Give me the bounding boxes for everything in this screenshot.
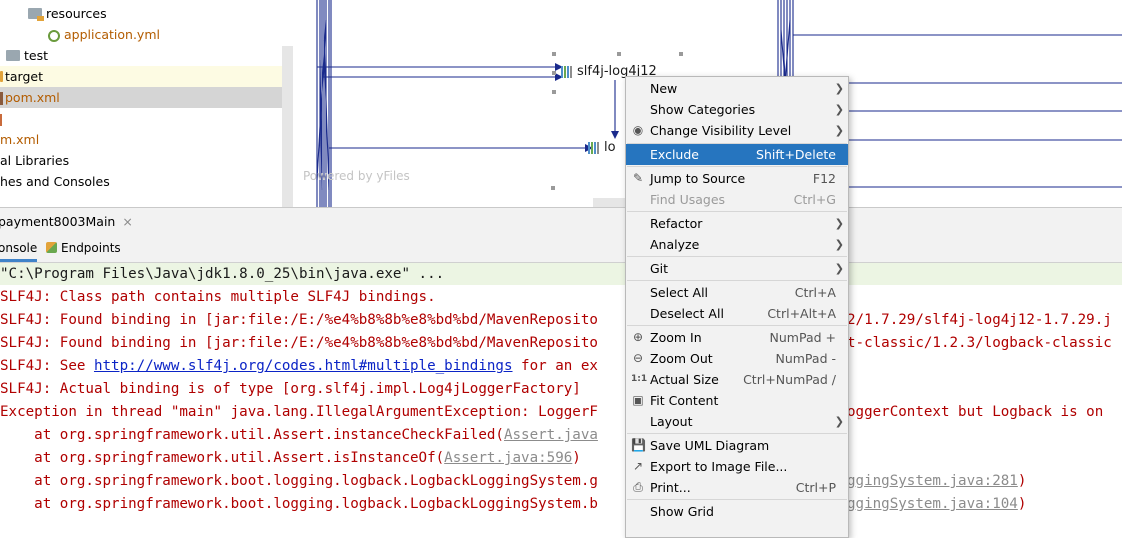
console-line: SLF4J: See http://www.slf4j.org/codes.ht…	[0, 358, 598, 374]
menu-item-fit-content[interactable]: ▣ Fit Content	[626, 390, 848, 411]
menu-item-refactor[interactable]: Refactor ❯	[626, 213, 848, 234]
menu-item-jump-to-source[interactable]: ✎ Jump to Source F12	[626, 168, 848, 189]
project-tree: resources application.yml test target po…	[0, 0, 293, 208]
tree-item-application-yml[interactable]: application.yml	[48, 24, 160, 45]
menu-item-find-usages[interactable]: Find Usages Ctrl+G	[626, 189, 848, 210]
chevron-right-icon: ❯	[834, 415, 844, 428]
tab-console[interactable]: onsole	[0, 241, 38, 262]
menu-separator	[627, 211, 847, 212]
menu-item-select-all[interactable]: Select All Ctrl+A	[626, 282, 848, 303]
console-stack-line: at org.springframework.boot.logging.logb…	[0, 473, 598, 489]
close-icon[interactable]: ×	[122, 214, 132, 229]
menu-separator	[627, 280, 847, 281]
menu-separator	[627, 499, 847, 500]
tree-scrollbar-track[interactable]	[282, 46, 293, 208]
chevron-right-icon: ❯	[834, 238, 844, 251]
console-line: Exception in thread "main" java.lang.Ill…	[0, 404, 598, 420]
actual-size-icon: 1:1	[631, 374, 648, 384]
slf4j-multiple-bindings-link[interactable]: http://www.slf4j.org/codes.html#multiple…	[94, 358, 513, 374]
folder-icon	[0, 71, 3, 82]
console-line: SLF4J: Found binding in [jar:file:/E:/%e…	[0, 312, 598, 328]
console-stack-line: at org.springframework.boot.logging.logb…	[0, 496, 598, 512]
console-line: SLF4J: Found binding in [jar:file:/E:/%e…	[0, 335, 598, 351]
stack-source-link[interactable]: Assert.java:596	[444, 450, 572, 466]
menu-item-show-grid[interactable]: Show Grid	[626, 501, 848, 522]
menu-item-print[interactable]: ⎙ Print... Ctrl+P	[626, 477, 848, 498]
library-icon	[588, 140, 600, 155]
menu-item-change-visibility-level[interactable]: ◉ Change Visibility Level ❯	[626, 120, 848, 141]
tree-item-pom-xml[interactable]: pom.xml	[0, 87, 293, 108]
menu-item-zoom-out[interactable]: ⊖ Zoom Out NumPad -	[626, 348, 848, 369]
console-line-tail: oggerContext but Logback is on	[847, 404, 1104, 420]
menu-item-export-to-image-file[interactable]: ↗ Export to Image File...	[626, 456, 848, 477]
pencil-icon: ✎	[632, 171, 644, 185]
console-line-tail: ggingSystem.java:104)	[847, 496, 1027, 512]
menu-separator	[627, 256, 847, 257]
yaml-file-icon	[48, 29, 60, 42]
console-line: SLF4J: Actual binding is of type [org.sl…	[0, 381, 581, 397]
tree-item-test[interactable]: test	[6, 45, 48, 66]
library-icon	[561, 64, 573, 79]
console-stack-line: at org.springframework.util.Assert.insta…	[0, 427, 598, 443]
chevron-right-icon: ❯	[834, 103, 844, 116]
folder-icon	[6, 50, 20, 61]
menu-item-analyze[interactable]: Analyze ❯	[626, 234, 848, 255]
tab-endpoints[interactable]: Endpoints	[46, 241, 121, 255]
tree-item-target[interactable]: target	[0, 66, 293, 87]
stack-source-link[interactable]: ggingSystem.java:104	[847, 496, 1018, 512]
menu-item-git[interactable]: Git ❯	[626, 258, 848, 279]
yfiles-watermark: Powered by yFiles	[303, 169, 410, 183]
eye-icon: ◉	[632, 123, 644, 137]
menu-item-save-uml-diagram[interactable]: 💾 Save UML Diagram	[626, 435, 848, 456]
menu-separator	[627, 166, 847, 167]
diagram-context-menu: New ❯ Show Categories ❯ ◉ Change Visibility…	[625, 76, 849, 538]
run-configuration-tab[interactable]: payment8003Main ×	[0, 214, 133, 229]
console-output[interactable]: "C:\Program Files\Java\jdk1.8.0_25\bin\j…	[0, 263, 1122, 525]
menu-item-layout[interactable]: Layout ❯	[626, 411, 848, 432]
stack-source-link[interactable]: ggingSystem.java:281	[847, 473, 1018, 489]
console-line: SLF4J: Class path contains multiple SLF4…	[0, 289, 436, 305]
chevron-right-icon: ❯	[834, 124, 844, 137]
tree-item-external-libraries[interactable]: al Libraries	[0, 150, 69, 171]
maven-file-icon	[0, 92, 3, 105]
menu-separator	[627, 433, 847, 434]
export-icon: ↗	[632, 459, 644, 473]
console-line-tail: 2/1.7.29/slf4j-log4j12-1.7.29.j	[847, 312, 1112, 328]
zoom-out-icon: ⊖	[632, 351, 644, 365]
tree-guide-icon	[0, 113, 2, 126]
save-icon: 💾	[631, 438, 646, 452]
zoom-in-icon: ⊕	[632, 330, 644, 344]
print-icon: ⎙	[633, 480, 643, 494]
menu-item-zoom-in[interactable]: ⊕ Zoom In NumPad +	[626, 327, 848, 348]
fit-content-icon: ▣	[632, 393, 644, 407]
diagram-node-logback[interactable]: lo	[588, 140, 616, 155]
endpoints-icon	[46, 242, 57, 253]
menu-item-exclude[interactable]: Exclude Shift+Delete	[626, 144, 848, 165]
menu-item-deselect-all[interactable]: Deselect All Ctrl+Alt+A	[626, 303, 848, 324]
menu-item-new[interactable]: New ❯	[626, 78, 848, 99]
chevron-right-icon: ❯	[834, 82, 844, 95]
menu-item-actual-size[interactable]: 1:1 Actual Size Ctrl+NumPad /	[626, 369, 848, 390]
tree-item-scratches[interactable]: hes and Consoles	[0, 171, 110, 192]
run-tool-window-header: payment8003Main ×	[0, 208, 1122, 237]
stack-source-link[interactable]: Assert.java	[504, 427, 598, 443]
console-line-tail: ggingSystem.java:281)	[847, 473, 1027, 489]
tree-item-root-pom[interactable]: m.xml	[0, 129, 39, 150]
chevron-right-icon: ❯	[834, 217, 844, 230]
console-line-tail: t-classic/1.2.3/logback-classic	[847, 335, 1112, 351]
menu-item-show-categories[interactable]: Show Categories ❯	[626, 99, 848, 120]
tree-item-resources[interactable]: resources	[28, 3, 107, 24]
menu-separator	[627, 325, 847, 326]
chevron-right-icon: ❯	[834, 262, 844, 275]
console-command-line: "C:\Program Files\Java\jdk1.8.0_25\bin\j…	[0, 263, 1122, 285]
folder-resources-icon	[28, 8, 44, 21]
run-tabs-bar: onsole Endpoints	[0, 236, 1122, 263]
tree-item-blank	[0, 108, 6, 129]
console-stack-line: at org.springframework.util.Assert.isIns…	[0, 450, 581, 466]
